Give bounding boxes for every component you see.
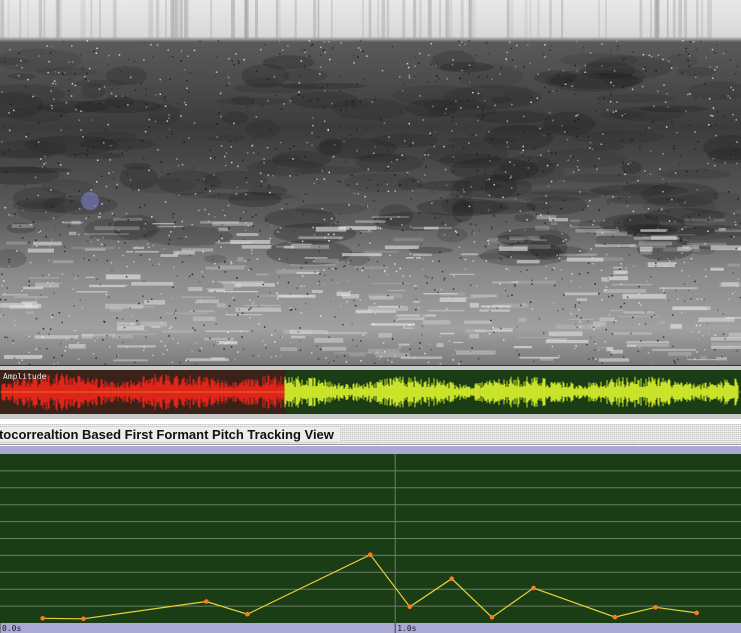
- pitch-grid: [0, 454, 741, 623]
- spectrogram-cursor-marker[interactable]: [81, 192, 99, 210]
- pitch-view-title-bar[interactable]: utocorrealtion Based First Formant Pitch…: [0, 423, 741, 445]
- pitch-tracking-plot[interactable]: 0.0s 1.0s: [0, 454, 741, 633]
- pitch-point: [612, 614, 618, 620]
- spectrogram-image: [0, 0, 741, 365]
- amplitude-waveform-view[interactable]: Amplitude: [0, 365, 741, 419]
- pitch-point: [489, 615, 495, 620]
- time-tick-label: 0.0s: [2, 624, 21, 633]
- pitch-view-title: utocorrealtion Based First Formant Pitch…: [0, 427, 340, 442]
- pitch-point: [81, 616, 86, 622]
- pitch-point: [204, 599, 209, 604]
- pitch-point: [694, 610, 699, 616]
- pitch-point: [368, 552, 373, 557]
- pitch-point: [531, 585, 536, 591]
- pitch-point: [245, 611, 250, 617]
- pitch-view-top-strip: [0, 445, 741, 454]
- speech-analysis-window: Amplitude utocorrealtion Based First For…: [0, 0, 741, 633]
- pitch-point: [407, 604, 413, 610]
- amplitude-label: Amplitude: [3, 372, 47, 381]
- pitch-tracking-chart: 0.0s 1.0s: [0, 454, 741, 633]
- waveform-trace: [0, 370, 741, 414]
- pitch-line: [42, 553, 697, 620]
- time-tick-label: 1.0s: [397, 624, 416, 633]
- pitch-point: [653, 605, 658, 610]
- pitch-point: [40, 616, 45, 621]
- pitch-point: [449, 576, 455, 581]
- spectrogram-view[interactable]: [0, 0, 741, 365]
- time-axis-strip: [0, 623, 741, 633]
